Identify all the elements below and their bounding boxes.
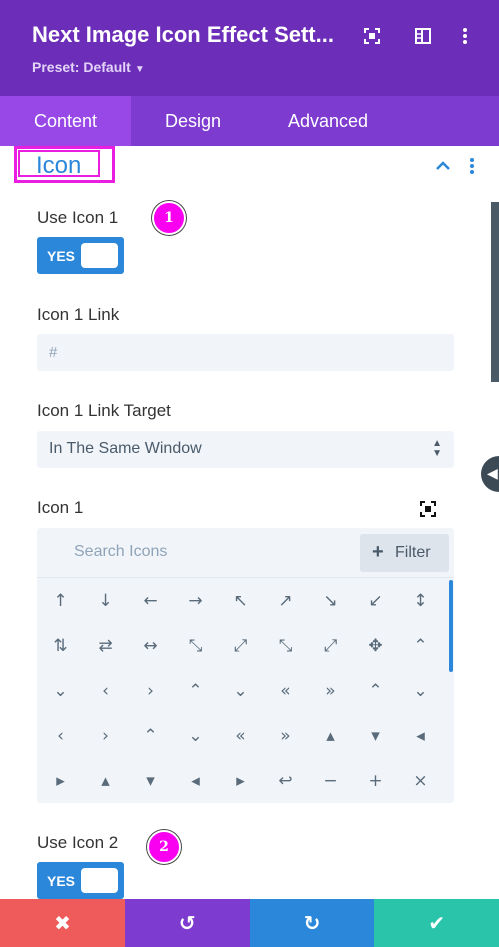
icon-option[interactable]: + <box>353 758 398 803</box>
icon-option[interactable]: ⌄ <box>218 668 263 713</box>
filter-label: Filter <box>395 544 431 561</box>
icon-grid-scrollbar[interactable] <box>449 580 453 672</box>
use-icon-2-toggle[interactable]: YES <box>37 862 124 899</box>
step-badge-1: 1 <box>152 201 186 235</box>
icon-option[interactable]: ⌃ <box>173 668 218 713</box>
section-options-icon[interactable] <box>466 156 478 176</box>
icon-option[interactable]: ⤢ <box>218 623 263 668</box>
icon-option[interactable]: ▾ <box>128 758 173 803</box>
icon-option[interactable]: ▸ <box>38 758 83 803</box>
tab-content[interactable]: Content <box>0 96 131 146</box>
icon-option[interactable]: ⌄ <box>38 668 83 713</box>
preset-label: Preset: Default <box>32 59 131 75</box>
icon-option[interactable]: » <box>263 713 308 758</box>
icon-option[interactable]: ⌃ <box>353 668 398 713</box>
icon-option[interactable]: » <box>308 668 353 713</box>
modal-title: Next Image Icon Effect Sett... <box>32 22 334 47</box>
save-button[interactable]: ✔ <box>374 899 499 947</box>
undo-button[interactable]: ↺ <box>124 899 250 947</box>
chevron-up-icon[interactable] <box>433 156 453 176</box>
use-icon-1-label: Use Icon 1 <box>37 208 119 227</box>
filter-button[interactable]: + Filter <box>360 534 449 572</box>
toggle-yes-label: YES <box>47 873 76 889</box>
icon-picker: Search Icons + Filter ↑ ↓ ← → ↖ ↗ ↘ ↙ ↕ ⇅ ⇄ ↔ ⤡ ⤢ ⤡ ⤢ ✥ ⌃… <box>37 528 454 803</box>
icon-option[interactable]: ⤡ <box>173 623 218 668</box>
redo-icon: ↻ <box>303 912 321 935</box>
icon-option[interactable]: ✥ <box>353 623 398 668</box>
icon-option[interactable]: « <box>218 713 263 758</box>
sidebar-toggle-button[interactable]: ◀ <box>481 456 499 492</box>
icon-search-input[interactable]: Search Icons <box>74 543 167 561</box>
icon-option[interactable]: ⌃ <box>398 623 443 668</box>
tab-bar: Content Design Advanced <box>0 96 499 146</box>
expand-icon[interactable] <box>419 500 437 518</box>
icon-1-link-label: Icon 1 Link <box>37 305 120 324</box>
tab-advanced[interactable]: Advanced <box>255 96 401 146</box>
toggle-knob <box>81 868 118 893</box>
icon-option[interactable]: ▴ <box>83 758 128 803</box>
action-footer: ✖ ↺ ↻ ✔ <box>0 899 499 947</box>
split-view-icon[interactable] <box>413 26 433 46</box>
icon-1-link-placeholder: # <box>49 344 58 361</box>
more-vertical-icon[interactable] <box>455 26 475 46</box>
step-badge-2: 2 <box>147 830 181 864</box>
icon-option[interactable]: ⤡ <box>263 623 308 668</box>
icon-option[interactable]: ⇄ <box>83 623 128 668</box>
icon-option[interactable]: → <box>173 578 218 623</box>
icon-option[interactable]: × <box>398 758 443 803</box>
cancel-button[interactable]: ✖ <box>0 899 125 947</box>
icon-option[interactable]: ⌃ <box>128 713 173 758</box>
icon-option[interactable]: ▴ <box>308 713 353 758</box>
icon-option[interactable]: ⤢ <box>308 623 353 668</box>
icon-option[interactable]: ↑ <box>38 578 83 623</box>
plus-icon: + <box>372 541 384 563</box>
icon-1-label: Icon 1 <box>37 498 84 517</box>
icon-option[interactable]: ← <box>128 578 173 623</box>
toggle-yes-label: YES <box>47 248 76 264</box>
undo-icon: ↺ <box>178 912 196 935</box>
icon-1-link-target-select[interactable]: In The Same Window ▲ ▼ <box>37 431 454 468</box>
icon-option[interactable]: ‹ <box>38 713 83 758</box>
icon-option[interactable]: ↖ <box>218 578 263 623</box>
caret-down-icon: ▼ <box>134 64 145 75</box>
icon-option[interactable]: › <box>83 713 128 758</box>
use-icon-2-label: Use Icon 2 <box>37 833 119 852</box>
toggle-knob <box>81 243 118 268</box>
select-arrows-icon: ▲ ▼ <box>432 438 442 459</box>
settings-header: Next Image Icon Effect Sett... Preset: D… <box>0 0 499 96</box>
icon-option[interactable]: ▾ <box>353 713 398 758</box>
icon-option[interactable]: « <box>263 668 308 713</box>
icon-option[interactable]: ◂ <box>173 758 218 803</box>
fullscreen-icon[interactable] <box>362 26 382 46</box>
use-icon-1-toggle[interactable]: YES <box>37 237 124 274</box>
icon-option[interactable]: ◂ <box>398 713 443 758</box>
icon-option[interactable]: ↓ <box>83 578 128 623</box>
icon-1-link-input[interactable]: # <box>37 334 454 371</box>
icon-1-link-target-label: Icon 1 Link Target <box>37 401 171 420</box>
icon-option[interactable]: ↘ <box>308 578 353 623</box>
redo-button[interactable]: ↻ <box>249 899 375 947</box>
save-icon: ✔ <box>428 912 446 935</box>
icon-grid: ↑ ↓ ← → ↖ ↗ ↘ ↙ ↕ ⇅ ⇄ ↔ ⤡ ⤢ ⤡ ⤢ ✥ ⌃ ⌄ ‹ › ⌃ ⌄ «» ⌃ ⌄ ‹ › ⌃ ⌄ «» ▴ ▾ ◂ ▸ ▴ ▾ ◂… <box>38 578 445 803</box>
icon-option[interactable]: − <box>308 758 353 803</box>
icon-option[interactable]: ↙ <box>353 578 398 623</box>
icon-option[interactable]: ↗ <box>263 578 308 623</box>
link-target-value: In The Same Window <box>49 440 202 457</box>
icon-option[interactable]: ↔ <box>128 623 173 668</box>
icon-option[interactable]: ⇅ <box>38 623 83 668</box>
preset-dropdown[interactable]: Preset: Default ▼ <box>32 59 145 75</box>
icon-option[interactable]: ▸ <box>218 758 263 803</box>
icon-option[interactable]: ↩ <box>263 758 308 803</box>
icon-option[interactable]: ⌄ <box>173 713 218 758</box>
icon-option[interactable]: ⌄ <box>398 668 443 713</box>
icon-option[interactable]: › <box>128 668 173 713</box>
icon-option[interactable]: ↕ <box>398 578 443 623</box>
panel-scrollbar[interactable] <box>491 202 499 382</box>
cancel-icon: ✖ <box>54 912 71 935</box>
arrow-left-icon: ◀ <box>487 465 498 481</box>
icon-option[interactable]: ‹ <box>83 668 128 713</box>
section-title[interactable]: Icon <box>36 152 81 180</box>
tab-design[interactable]: Design <box>131 96 255 146</box>
